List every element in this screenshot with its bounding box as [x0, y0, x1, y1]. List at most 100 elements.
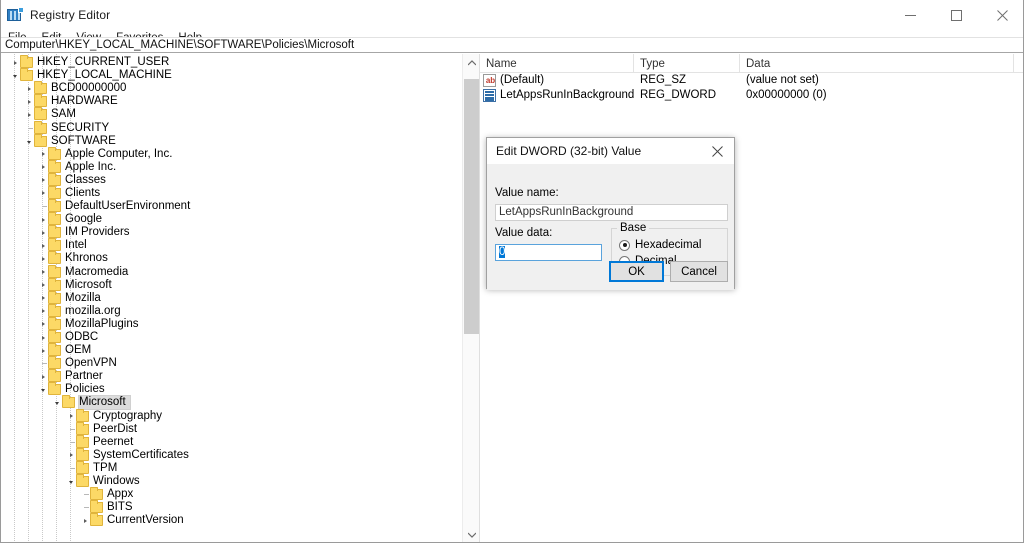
chevron-right-icon[interactable]	[37, 174, 48, 187]
folder-icon	[90, 489, 103, 500]
folder-icon	[90, 515, 103, 526]
tree-vertical-scrollbar[interactable]	[462, 54, 479, 543]
chevron-right-icon[interactable]	[37, 318, 48, 331]
chevron-right-icon[interactable]	[23, 82, 34, 95]
tree-item-mozillaplugins[interactable]: MozillaPlugins	[1, 318, 463, 331]
tree-item-macromedia[interactable]: Macromedia	[1, 266, 463, 279]
tree-item-label: BITS	[107, 501, 137, 514]
tree-item-sam[interactable]: SAM	[1, 108, 463, 121]
column-header-name[interactable]: Name	[480, 54, 634, 73]
chevron-right-icon[interactable]	[37, 213, 48, 226]
folder-icon	[48, 384, 61, 395]
tree-item-classes[interactable]: Classes	[1, 174, 463, 187]
tree-scrollbar-thumb[interactable]	[464, 79, 479, 334]
value-row[interactable]: LetAppsRunInBackgroundREG_DWORD0x0000000…	[480, 88, 1024, 103]
chevron-right-icon[interactable]	[37, 331, 48, 344]
chevron-right-icon[interactable]	[37, 370, 48, 383]
tree-item-windows[interactable]: Windows	[1, 475, 463, 488]
chevron-right-icon[interactable]	[23, 95, 34, 108]
chevron-down-icon[interactable]	[9, 69, 20, 82]
chevron-right-icon[interactable]	[37, 239, 48, 252]
folder-icon	[34, 123, 47, 134]
dialog-close-button[interactable]	[700, 138, 734, 164]
folder-icon	[48, 175, 61, 186]
tree-item-oem[interactable]: OEM	[1, 344, 463, 357]
maximize-button[interactable]	[933, 0, 979, 30]
tree-item-clients[interactable]: Clients	[1, 187, 463, 200]
chevron-right-icon[interactable]	[37, 252, 48, 265]
tree-item-label: SOFTWARE	[51, 135, 120, 148]
chevron-right-icon[interactable]	[37, 279, 48, 292]
value-row[interactable]: (Default)REG_SZ(value not set)	[480, 73, 1024, 88]
tree-item-khronos[interactable]: Khronos	[1, 252, 463, 265]
address-bar[interactable]: Computer\HKEY_LOCAL_MACHINE\SOFTWARE\Pol…	[1, 37, 1024, 53]
tree-item-peernet[interactable]: Peernet	[1, 436, 463, 449]
tree-item-appx[interactable]: Appx	[1, 488, 463, 501]
chevron-right-icon[interactable]	[37, 305, 48, 318]
value-data-cell: (value not set)	[740, 73, 1014, 88]
tree-item-im-providers[interactable]: IM Providers	[1, 226, 463, 239]
tree-item-apple-computer-inc[interactable]: Apple Computer, Inc.	[1, 148, 463, 161]
tree-item-peerdist[interactable]: PeerDist	[1, 423, 463, 436]
tree-item-hkey-local-machine[interactable]: HKEY_LOCAL_MACHINE	[1, 69, 463, 82]
column-header-type[interactable]: Type	[634, 54, 740, 73]
chevron-right-icon[interactable]	[37, 148, 48, 161]
scroll-down-icon[interactable]	[463, 526, 480, 543]
cancel-button[interactable]: Cancel	[670, 261, 728, 282]
tree-item-defaultuserenvironment[interactable]: DefaultUserEnvironment	[1, 200, 463, 213]
chevron-right-icon[interactable]	[37, 187, 48, 200]
tree-item-cryptography[interactable]: Cryptography	[1, 410, 463, 423]
scroll-up-icon[interactable]	[463, 54, 480, 71]
folder-icon	[62, 397, 75, 408]
tree-item-odbc[interactable]: ODBC	[1, 331, 463, 344]
tree-item-bcd00000000[interactable]: BCD00000000	[1, 82, 463, 95]
tree-item-mozilla[interactable]: Mozilla	[1, 292, 463, 305]
tree-item-bits[interactable]: BITS	[1, 501, 463, 514]
tree-item-apple-inc[interactable]: Apple Inc.	[1, 161, 463, 174]
chevron-down-icon[interactable]	[51, 396, 62, 409]
ok-button[interactable]: OK	[609, 261, 664, 282]
tree-item-openvpn[interactable]: OpenVPN	[1, 357, 463, 370]
tree-item-systemcertificates[interactable]: SystemCertificates	[1, 449, 463, 462]
tree-item-currentversion[interactable]: CurrentVersion	[1, 514, 463, 527]
tree-item-hardware[interactable]: HARDWARE	[1, 95, 463, 108]
tree-item-google[interactable]: Google	[1, 213, 463, 226]
value-data-input[interactable]: 0	[495, 244, 602, 261]
chevron-down-icon[interactable]	[23, 135, 34, 148]
chevron-right-icon[interactable]	[37, 226, 48, 239]
tree-item-mozilla-org[interactable]: mozilla.org	[1, 305, 463, 318]
tree-item-hkey-current-user[interactable]: HKEY_CURRENT_USER	[1, 56, 463, 69]
chevron-right-icon[interactable]	[9, 56, 20, 69]
chevron-down-icon[interactable]	[65, 475, 76, 488]
tree-item-microsoft[interactable]: Microsoft	[1, 279, 463, 292]
radio-hexadecimal-label: Hexadecimal	[635, 239, 701, 251]
chevron-right-icon[interactable]	[79, 514, 90, 527]
tree-item-security[interactable]: SECURITY	[1, 121, 463, 134]
value-name-text: LetAppsRunInBackground	[500, 88, 634, 103]
chevron-down-icon[interactable]	[37, 383, 48, 396]
value-name-input[interactable]: LetAppsRunInBackground	[495, 204, 728, 221]
close-button[interactable]	[979, 0, 1024, 30]
chevron-right-icon[interactable]	[37, 266, 48, 279]
radio-hexadecimal[interactable]: Hexadecimal	[619, 239, 701, 251]
folder-icon	[48, 319, 61, 330]
tree-item-policies[interactable]: Policies	[1, 383, 463, 396]
tree-item-microsoft[interactable]: Microsoft	[1, 396, 463, 409]
folder-icon	[34, 136, 47, 147]
tree-item-tpm[interactable]: TPM	[1, 462, 463, 475]
chevron-right-icon[interactable]	[37, 292, 48, 305]
minimize-button[interactable]	[887, 0, 933, 30]
chevron-right-icon[interactable]	[37, 344, 48, 357]
value-data-label: Value data:	[495, 227, 552, 239]
chevron-right-icon[interactable]	[65, 449, 76, 462]
column-header-data[interactable]: Data	[740, 54, 1014, 73]
tree-item-partner[interactable]: Partner	[1, 370, 463, 383]
chevron-right-icon[interactable]	[37, 161, 48, 174]
value-type-cell: REG_DWORD	[634, 88, 740, 103]
tree-item-software[interactable]: SOFTWARE	[1, 135, 463, 148]
chevron-right-icon[interactable]	[23, 108, 34, 121]
dword-value-icon	[483, 89, 496, 102]
tree-item-label: Peernet	[93, 436, 137, 449]
chevron-right-icon[interactable]	[65, 410, 76, 423]
tree-item-intel[interactable]: Intel	[1, 239, 463, 252]
